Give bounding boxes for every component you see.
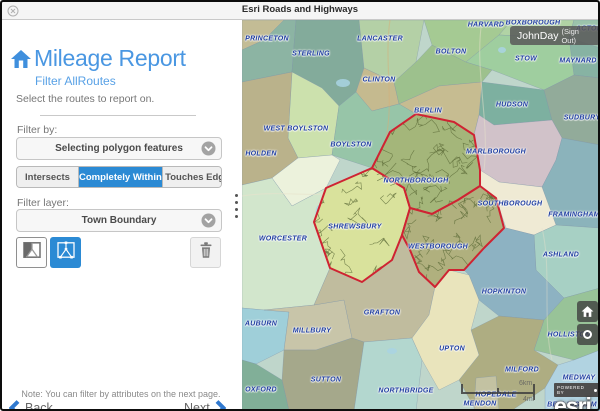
town-label: CLINTON	[362, 77, 395, 84]
filter-layer-label: Filter layer:	[17, 197, 69, 209]
globe-dot-icon	[594, 389, 597, 392]
instruction-text: Select the routes to report on.	[16, 93, 154, 105]
town-label: HOPKINTON	[482, 289, 527, 296]
filter-layer-value: Town Boundary	[82, 215, 157, 226]
town-label: UPTON	[439, 346, 465, 353]
filter-layer-dropdown[interactable]: Town Boundary	[16, 209, 222, 232]
scale-mi-label: 4mi	[523, 396, 534, 403]
town-label: PRINCETON	[245, 36, 289, 43]
mileage-report-panel: Mileage Report Filter AllRoutes Select t…	[0, 20, 242, 411]
town-label: HOLDEN	[245, 151, 276, 158]
chevron-down-icon	[201, 213, 216, 228]
town-label: STERLING	[292, 51, 330, 58]
town-label: AUBURN	[245, 321, 277, 328]
select-polygon-active-button[interactable]	[50, 237, 81, 268]
town-label: SUDBURY	[564, 115, 600, 122]
town-label: GRAFTON	[364, 310, 401, 317]
town-boundary-map	[242, 20, 600, 411]
town-label: MILFORD	[505, 367, 539, 374]
town-label: WESTBOROUGH	[408, 244, 468, 251]
town-label: SUTTON	[311, 377, 341, 384]
window-titlebar: Esri Roads and Highways	[0, 0, 600, 20]
town-label: FRAMINGHAM	[548, 212, 600, 219]
chevron-down-icon	[201, 141, 216, 156]
back-button[interactable]: Back	[9, 400, 53, 411]
home-icon	[10, 48, 32, 70]
town-label: BOLTON	[436, 49, 467, 56]
town-label: SHREWSBURY	[328, 224, 381, 231]
note-text: Note: You can filter by attributes on th…	[0, 389, 242, 399]
town-label: ASHLAND	[543, 252, 579, 259]
town-label: NORTHBOROUGH	[384, 178, 449, 185]
sign-out-label: (Sign Out)	[561, 27, 593, 45]
chevron-right-icon	[215, 400, 226, 411]
town-label: BOYLSTON	[330, 142, 371, 149]
town-label: WEST BOYLSTON	[264, 126, 329, 133]
scale-km-label: 6km	[519, 380, 532, 387]
town-label: HUDSON	[496, 102, 528, 109]
select-polygon-icon	[20, 238, 44, 267]
select-polygon-active-icon	[54, 238, 78, 267]
user-name: JohnDay	[517, 30, 558, 42]
user-sign-out-button[interactable]: JohnDay (Sign Out)	[510, 26, 600, 45]
town-label: SOUTHBOROUGH	[478, 201, 543, 208]
filter-by-label: Filter by:	[17, 124, 57, 136]
mileage-report-app: Esri Roads and Highways Mileage Report F…	[0, 0, 600, 411]
town-label: OXFORD	[245, 387, 277, 394]
town-label: MARLBOROUGH	[466, 149, 526, 156]
clear-selection-button[interactable]	[190, 237, 221, 268]
scale-bar: 6km 4mi	[461, 376, 553, 410]
town-label: MILLBURY	[293, 328, 331, 335]
select-polygon-button[interactable]	[16, 237, 47, 268]
intersects-button[interactable]: Intersects	[17, 167, 79, 187]
town-label: BERLIN	[414, 108, 442, 115]
town-label: STOW	[515, 56, 537, 63]
window-title: Esri Roads and Highways	[0, 4, 600, 15]
town-label: HARVARD	[468, 22, 505, 29]
chevron-left-icon	[9, 400, 20, 411]
back-label: Back	[25, 401, 53, 411]
completely-within-button[interactable]: Completely Within	[79, 167, 163, 187]
esri-attribution: POWERED BY esri	[554, 376, 600, 411]
town-label: LANCASTER	[357, 36, 403, 43]
divider	[40, 115, 196, 116]
next-button[interactable]: Next	[184, 400, 226, 411]
spatial-relation-segmented-control: Intersects Completely Within Touches Edg…	[16, 166, 222, 188]
touches-edge-button[interactable]: Touches Edge	[163, 167, 222, 187]
home-icon	[581, 305, 594, 318]
town-label: NORTHBRIDGE	[378, 388, 433, 395]
page-subtitle: Filter AllRoutes	[35, 74, 116, 88]
page-title: Mileage Report	[34, 45, 186, 72]
map-home-button[interactable]	[577, 301, 598, 322]
next-label: Next	[184, 401, 210, 411]
locate-icon	[583, 330, 592, 339]
town-label: WORCESTER	[259, 236, 307, 243]
town-label: MAYNARD	[559, 58, 596, 65]
esri-logo: esri	[554, 397, 600, 411]
filter-mode-value: Selecting polygon features	[55, 143, 183, 154]
trash-icon	[195, 239, 217, 266]
filter-mode-dropdown[interactable]: Selecting polygon features	[16, 137, 222, 160]
panel-resize-handle[interactable]	[234, 194, 239, 222]
map-locate-button[interactable]	[577, 324, 598, 345]
map-canvas[interactable]: PRINCETONSTERLINGLANCASTERHARVARDBOXBORO…	[242, 20, 600, 411]
